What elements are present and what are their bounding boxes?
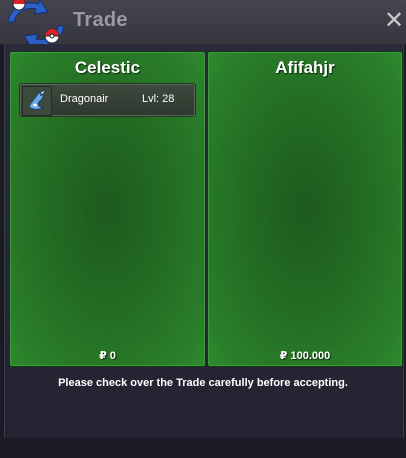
trade-logo-icon [7,0,65,48]
left-trader-money: ₽ 0 [99,350,116,362]
left-trade-panel: Celestic Dragonair Lvl: 28 ₽ 0 [9,51,206,367]
window-title: Trade [73,9,128,31]
right-trade-panel: Afifahjr ₽ 100.000 [207,51,403,367]
dragonair-icon [22,86,52,116]
pokemon-name: Dragonair [60,93,109,105]
right-trader-money: ₽ 100.000 [279,350,331,362]
trade-notice: Please check over the Trade carefully be… [58,377,348,389]
close-icon[interactable]: ✕ [383,8,405,34]
left-trader-name: Celestic [74,58,141,77]
trade-window: Trade ✕ Celestic Dragonair Lvl: 28 ₽ 0 A… [0,0,406,458]
offered-pokemon-row[interactable]: Dragonair Lvl: 28 [19,83,196,117]
pokemon-level: Lvl: 28 [142,93,175,105]
right-trader-name: Afifahjr [275,58,335,77]
